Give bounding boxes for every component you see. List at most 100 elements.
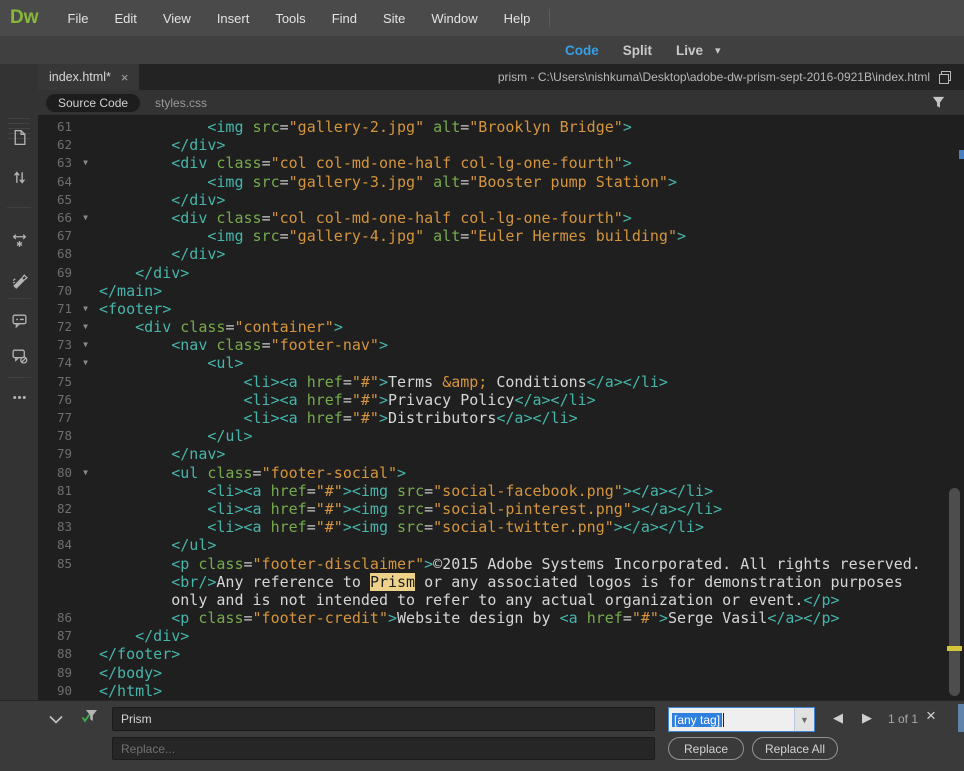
menu-find[interactable]: Find: [319, 11, 370, 26]
find-replace-bar: [any tag] ▼ ◀ ▶ 1 of 1 × Replace Replace…: [0, 700, 964, 771]
fold-gutter: [72, 245, 99, 263]
open-documents-icon[interactable]: [5, 123, 33, 151]
remove-comment-icon[interactable]: [5, 341, 33, 369]
menu-insert[interactable]: Insert: [204, 11, 263, 26]
code-line[interactable]: </main>: [99, 282, 162, 300]
menu-help[interactable]: Help: [491, 11, 544, 26]
view-modes: Code Split Live ▾: [565, 36, 721, 64]
view-mode-code[interactable]: Code: [565, 43, 599, 58]
code-line[interactable]: </ul>: [99, 536, 216, 554]
panel-edge-marker: [958, 704, 964, 732]
code-line[interactable]: </nav>: [99, 445, 225, 463]
fold-gutter: [72, 682, 99, 700]
fold-gutter: [72, 627, 99, 645]
code-line[interactable]: </ul>: [99, 427, 253, 445]
code-line[interactable]: <li><a href="#">Terms &amp; Conditions</…: [99, 373, 668, 391]
code-line[interactable]: </body>: [99, 664, 162, 682]
related-file-styles-css[interactable]: styles.css: [155, 96, 207, 110]
code-line[interactable]: </div>: [99, 191, 225, 209]
document-bar: index.html* × prism - C:\Users\nishkuma\…: [38, 64, 964, 90]
code-line[interactable]: </div>: [99, 627, 189, 645]
menu-site[interactable]: Site: [370, 11, 418, 26]
menu-view[interactable]: View: [150, 11, 204, 26]
more-options-icon[interactable]: [5, 383, 33, 411]
fold-toggle-icon[interactable]: ▼: [72, 354, 99, 372]
file-management-icon[interactable]: [5, 163, 33, 191]
code-line[interactable]: <p class="footer-credit">Website design …: [99, 609, 840, 627]
code-line[interactable]: <img src="gallery-2.jpg" alt="Brooklyn B…: [99, 118, 632, 136]
search-match-highlight: Prism: [370, 573, 415, 591]
format-source-code-icon[interactable]: [5, 266, 33, 294]
code-line[interactable]: </div>: [99, 245, 225, 263]
line-number: 62: [38, 136, 72, 154]
code-navigate-icon[interactable]: [5, 226, 33, 254]
menu-file[interactable]: File: [55, 11, 102, 26]
search-filter-icon[interactable]: [80, 707, 99, 731]
line-number: 73: [38, 336, 72, 354]
code-line[interactable]: only and is not intended to refer to any…: [99, 591, 840, 609]
related-file-source-code[interactable]: Source Code: [46, 94, 140, 112]
tag-scope-select[interactable]: [any tag] ▼: [668, 707, 815, 732]
line-number: 84: [38, 536, 72, 554]
tab-close-icon[interactable]: ×: [121, 70, 129, 85]
close-find-bar-icon[interactable]: ×: [926, 707, 936, 724]
code-line[interactable]: <div class="container">: [99, 318, 343, 336]
code-line[interactable]: </div>: [99, 264, 189, 282]
code-line[interactable]: <footer>: [99, 300, 171, 318]
code-row: 83 <li><a href="#"><img src="social-twit…: [38, 518, 964, 536]
line-number: 79: [38, 445, 72, 463]
line-number: 67: [38, 227, 72, 245]
line-number: 85: [38, 555, 72, 573]
code-line[interactable]: <li><a href="#"><img src="social-pintere…: [99, 500, 722, 518]
code-line[interactable]: <nav class="footer-nav">: [99, 336, 388, 354]
replace-button[interactable]: Replace: [668, 737, 744, 760]
code-line[interactable]: <img src="gallery-4.jpg" alt="Euler Herm…: [99, 227, 686, 245]
code-line[interactable]: <br/>Any reference to Prism or any assoc…: [99, 573, 903, 591]
search-input[interactable]: [112, 707, 655, 731]
collapse-chevron-icon[interactable]: [49, 711, 63, 729]
code-line[interactable]: <ul>: [99, 354, 244, 372]
code-row: 70</main>: [38, 282, 964, 300]
code-line[interactable]: <img src="gallery-3.jpg" alt="Booster pu…: [99, 173, 677, 191]
text-cursor: [723, 713, 724, 727]
filter-icon[interactable]: [931, 95, 946, 115]
fold-toggle-icon[interactable]: ▼: [72, 154, 99, 172]
replace-input[interactable]: [112, 737, 655, 760]
fold-toggle-icon[interactable]: ▼: [72, 464, 99, 482]
code-line[interactable]: <ul class="footer-social">: [99, 464, 406, 482]
code-line[interactable]: <li><a href="#">Privacy Policy</a></li>: [99, 391, 596, 409]
tab-index-html[interactable]: index.html* ×: [38, 64, 139, 90]
code-line[interactable]: <div class="col col-md-one-half col-lg-o…: [99, 209, 632, 227]
fold-toggle-icon[interactable]: ▼: [72, 336, 99, 354]
restore-window-icon[interactable]: [938, 70, 952, 84]
menu-edit[interactable]: Edit: [101, 11, 149, 26]
code-editor[interactable]: 61 <img src="gallery-2.jpg" alt="Brookly…: [38, 115, 964, 700]
view-mode-live[interactable]: Live: [676, 43, 703, 58]
code-line[interactable]: <div class="col col-md-one-half col-lg-o…: [99, 154, 632, 172]
left-toolbar: [0, 64, 38, 700]
apply-comment-icon[interactable]: [5, 306, 33, 334]
view-mode-split[interactable]: Split: [623, 43, 652, 58]
code-line[interactable]: </div>: [99, 136, 225, 154]
previous-result-button[interactable]: ◀: [833, 710, 843, 726]
next-result-button[interactable]: ▶: [862, 710, 872, 726]
fold-toggle-icon[interactable]: ▼: [72, 209, 99, 227]
menu-tools[interactable]: Tools: [262, 11, 318, 26]
document-path: prism - C:\Users\nishkuma\Desktop\adobe-…: [498, 64, 930, 90]
code-line[interactable]: <li><a href="#">Distributors</a></li>: [99, 409, 578, 427]
code-line[interactable]: </html>: [99, 682, 162, 700]
code-line[interactable]: </footer>: [99, 645, 180, 663]
code-line[interactable]: <p class="footer-disclaimer">©2015 Adobe…: [99, 555, 921, 573]
fold-gutter: [72, 227, 99, 245]
code-line[interactable]: <li><a href="#"><img src="social-faceboo…: [99, 482, 713, 500]
fold-toggle-icon[interactable]: ▼: [72, 300, 99, 318]
live-dropdown-icon[interactable]: ▾: [715, 44, 721, 57]
menu-window[interactable]: Window: [418, 11, 490, 26]
fold-gutter: [72, 445, 99, 463]
line-number: 64: [38, 173, 72, 191]
code-line[interactable]: <li><a href="#"><img src="social-twitter…: [99, 518, 704, 536]
replace-all-button[interactable]: Replace All: [752, 737, 838, 760]
fold-toggle-icon[interactable]: ▼: [72, 318, 99, 336]
scrollbar-thumb[interactable]: [949, 488, 960, 696]
chevron-down-icon[interactable]: ▼: [794, 708, 814, 731]
